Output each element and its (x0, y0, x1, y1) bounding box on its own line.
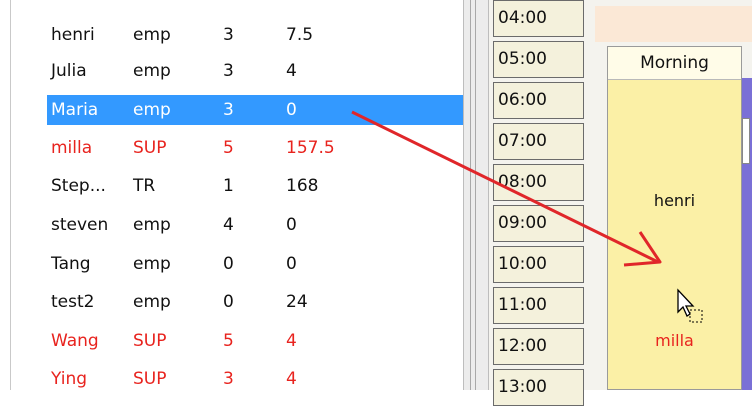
header-band (595, 6, 752, 42)
column-edge (742, 118, 750, 164)
employee-hours: 4 (286, 331, 297, 351)
employee-level: 5 (223, 331, 234, 351)
employee-name: Maria (51, 100, 99, 120)
employee-name: Tang (51, 254, 91, 274)
time-slot: 13:00 (493, 369, 584, 406)
employee-level: 1 (223, 176, 234, 196)
employee-role: emp (133, 215, 171, 235)
employee-name: Julia (51, 61, 87, 81)
mouse-cursor-icon (677, 288, 703, 323)
employee-hours: 7.5 (286, 25, 314, 45)
employee-role: emp (133, 25, 171, 45)
time-slot: 05:00 (493, 41, 584, 78)
time-slot: 12:00 (493, 328, 584, 365)
time-slot: 10:00 (493, 246, 584, 283)
employee-name: Step... (51, 176, 106, 196)
time-slot: 06:00 (493, 82, 584, 119)
list-item[interactable]: Tang emp 0 0 (47, 249, 464, 279)
list-item-selected[interactable]: Maria emp 3 0 (47, 95, 464, 125)
list-item[interactable]: Wang SUP 5 4 (47, 326, 464, 356)
list-item[interactable]: milla SUP 5 157.5 (47, 133, 464, 163)
list-item[interactable]: Step... TR 1 168 (47, 171, 464, 201)
employee-level: 3 (223, 25, 234, 45)
employee-hours: 4 (286, 61, 297, 81)
employee-role: SUP (133, 138, 167, 158)
employee-role: emp (133, 254, 171, 274)
morning-column[interactable]: Morning henri milla (607, 46, 742, 390)
employee-name: test2 (51, 292, 95, 312)
employee-hours: 157.5 (286, 138, 335, 158)
employee-level: 5 (223, 138, 234, 158)
time-slot: 11:00 (493, 287, 584, 324)
employee-name: milla (51, 138, 93, 158)
pane-splitter[interactable] (463, 0, 489, 390)
employee-role: SUP (133, 331, 167, 351)
employee-level: 3 (223, 100, 234, 120)
employee-role: TR (133, 176, 156, 196)
employee-hours: 4 (286, 369, 297, 389)
list-item[interactable]: henri emp 3 7.5 (47, 20, 464, 50)
time-slot: 08:00 (493, 164, 584, 201)
employee-level: 4 (223, 215, 234, 235)
shift-milla[interactable]: milla (608, 331, 741, 350)
list-item[interactable]: test2 emp 0 24 (47, 287, 464, 317)
list-item[interactable]: Ying SUP 3 4 (47, 364, 464, 390)
employee-name: henri (51, 25, 95, 45)
employee-list[interactable]: henri emp 3 7.5 Julia emp 3 4 Maria emp … (10, 0, 464, 390)
employee-name: Ying (51, 369, 88, 389)
employee-role: SUP (133, 369, 167, 389)
time-slot: 04:00 (493, 0, 584, 37)
employee-hours: 0 (286, 254, 297, 274)
list-item[interactable]: steven emp 4 0 (47, 210, 464, 240)
schedule-grid[interactable]: 04:00 05:00 06:00 07:00 08:00 09:00 10:0… (489, 0, 752, 406)
employee-hours: 24 (286, 292, 308, 312)
time-slot: 07:00 (493, 123, 584, 160)
employee-level: 0 (223, 254, 234, 274)
employee-role: emp (133, 292, 171, 312)
employee-hours: 168 (286, 176, 319, 196)
employee-hours: 0 (286, 215, 297, 235)
employee-name: Wang (51, 331, 99, 351)
shift-henri[interactable]: henri (608, 191, 741, 210)
employee-name: steven (51, 215, 109, 235)
employee-hours: 0 (286, 100, 297, 120)
employee-level: 0 (223, 292, 234, 312)
time-slot: 09:00 (493, 205, 584, 242)
employee-level: 3 (223, 369, 234, 389)
employee-role: emp (133, 100, 171, 120)
employee-level: 3 (223, 61, 234, 81)
employee-role: emp (133, 61, 171, 81)
column-header: Morning (608, 47, 741, 80)
list-item[interactable]: Julia emp 3 4 (47, 56, 464, 86)
